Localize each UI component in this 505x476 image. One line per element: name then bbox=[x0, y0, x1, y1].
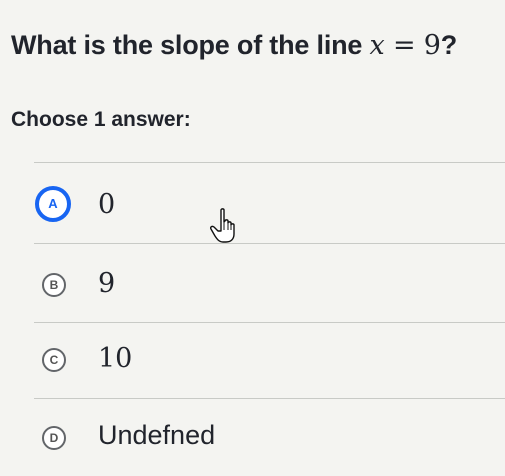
math-equals: = bbox=[384, 30, 424, 61]
option-text-a: 0 bbox=[98, 189, 116, 220]
option-letter-a[interactable]: A bbox=[35, 186, 71, 222]
answer-prompt: Choose 1 answer: bbox=[11, 108, 191, 131]
math-variable: x bbox=[369, 30, 385, 61]
answer-option-d[interactable]: D Undefned bbox=[34, 402, 505, 476]
math-value: 9 bbox=[423, 30, 441, 61]
pointer-hand-icon bbox=[210, 208, 235, 243]
option-text-d: Undefned bbox=[98, 420, 216, 450]
answer-option-b[interactable]: B 9 bbox=[34, 248, 505, 322]
option-letter-d[interactable]: D bbox=[42, 426, 66, 450]
answer-option-c[interactable]: C 10 bbox=[34, 326, 505, 400]
option-letter-c[interactable]: C bbox=[42, 348, 66, 372]
option-letter-b[interactable]: B bbox=[42, 273, 66, 297]
question-suffix: ? bbox=[440, 30, 458, 60]
question-text: What is the slope of the line x = 9? bbox=[11, 30, 457, 61]
answer-option-a[interactable]: A 0 bbox=[34, 168, 505, 242]
divider bbox=[34, 398, 505, 399]
option-text-b: 9 bbox=[98, 268, 116, 299]
option-text-c: 10 bbox=[98, 343, 133, 374]
divider bbox=[34, 162, 505, 163]
question-prefix: What is the slope of the line bbox=[11, 30, 370, 60]
divider bbox=[34, 322, 505, 323]
divider bbox=[34, 243, 505, 244]
